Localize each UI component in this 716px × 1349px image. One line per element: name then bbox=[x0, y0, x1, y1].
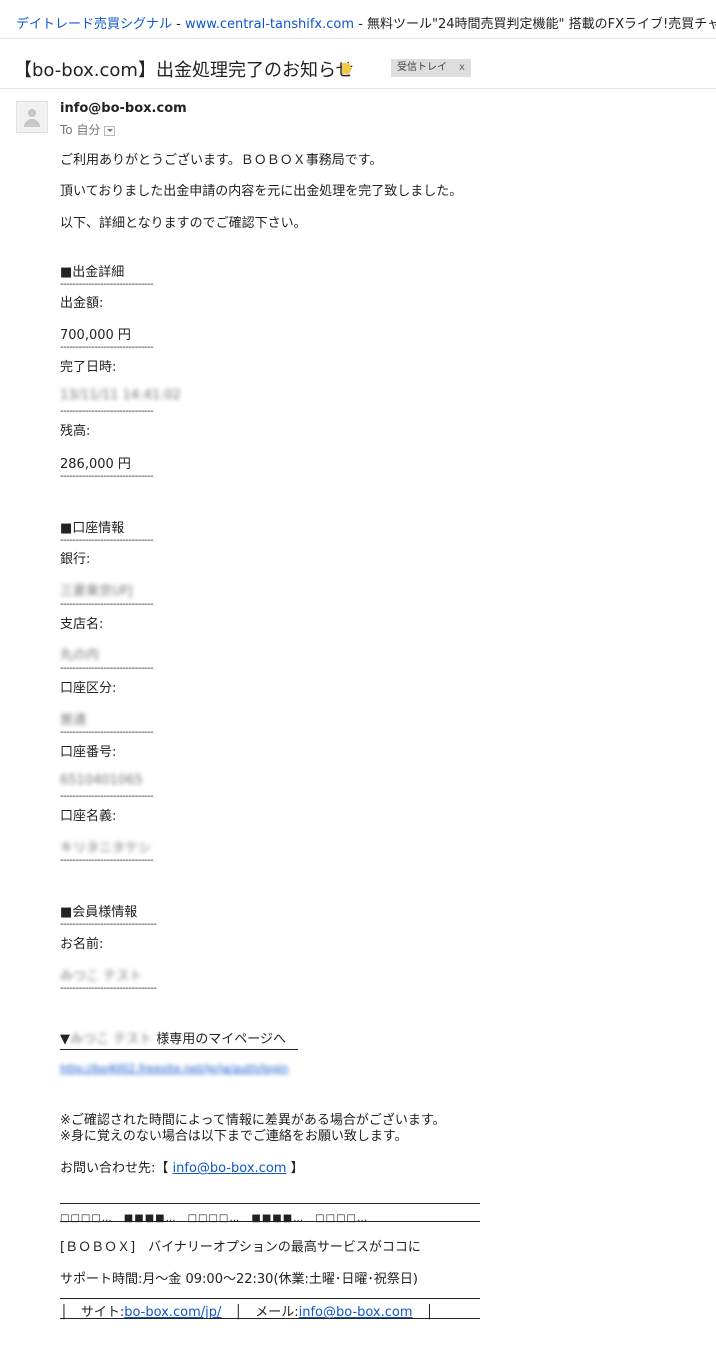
details-dropdown-icon[interactable] bbox=[104, 125, 116, 136]
header-divider bbox=[0, 88, 716, 89]
divider: ------------------------------ bbox=[60, 727, 154, 738]
account-type-label: 口座区分: bbox=[60, 681, 117, 696]
greeting-line: ご利用ありがとうございます。ＢＯＢＯＸ事務局です。 bbox=[60, 153, 383, 168]
withdraw-heading: ■出金詳細 bbox=[60, 265, 125, 280]
member-name-value: みつこ テスト bbox=[60, 969, 143, 984]
ad-bar: デイトレード売買シグナル - www.central-tanshifx.com … bbox=[0, 0, 716, 39]
footer-hours: サポート時間:月〜金 09:00〜22:30(休業:土曜･日曜･祝祭日) bbox=[60, 1272, 418, 1287]
divider: ------------------------------ bbox=[60, 791, 154, 802]
footer-rule-lower bbox=[60, 1298, 480, 1299]
account-name-label: 口座名義: bbox=[60, 809, 117, 824]
note-line-2: ※身に覚えのない場合は以下までご連絡をお願い致します。 bbox=[60, 1129, 408, 1144]
divider: ------------------------------ bbox=[60, 855, 154, 866]
divider: ------------------------------ bbox=[60, 279, 154, 290]
account-type-value: 普通 bbox=[60, 713, 87, 728]
contact-suffix: 】 bbox=[286, 1161, 304, 1176]
mypage-suffix: 様専用のマイページへ bbox=[152, 1032, 287, 1047]
balance-label: 残高: bbox=[60, 424, 91, 439]
divider: ------------------------------- bbox=[60, 919, 157, 930]
complete-date-value: 13/11/11 14:41:02 bbox=[60, 388, 181, 403]
complete-date-label: 完了日時: bbox=[60, 360, 117, 375]
body-line-2: 頂いておりました出金申請の内容を元に出金処理を完了致しました。 bbox=[60, 184, 463, 199]
ad-description: - 無料ツール"24時間売買判定機能" 搭載のFXライブ!売買チャンネル bbox=[358, 17, 716, 32]
account-heading: ■口座情報 bbox=[60, 521, 125, 536]
member-name-label: お名前: bbox=[60, 937, 104, 952]
sender-avatar[interactable] bbox=[16, 101, 48, 133]
email-subject: 【bo-box.com】出金処理完了のお知らせ bbox=[14, 60, 354, 81]
contact-line: お問い合わせ先:【 info@bo-box.com 】 bbox=[60, 1157, 304, 1176]
divider: ------------------------------ bbox=[60, 535, 154, 546]
mypage-username: みつこ テスト bbox=[70, 1032, 153, 1047]
divider: ------------------------------- bbox=[60, 983, 157, 994]
recipient-text: To 自分 bbox=[60, 123, 101, 137]
body-line-3: 以下、詳細となりますのでご確認下さい。 bbox=[60, 216, 307, 231]
sender-email[interactable]: info@bo-box.com bbox=[60, 101, 187, 116]
divider: ------------------------------ bbox=[60, 342, 154, 353]
ad-separator: - bbox=[172, 17, 185, 32]
footer-rule-top bbox=[60, 1203, 480, 1204]
divider: ------------------------------ bbox=[60, 471, 154, 482]
inbox-label[interactable]: 受信トレイ x bbox=[391, 59, 471, 77]
ad-title-link[interactable]: デイトレード売買シグナル bbox=[16, 17, 172, 32]
avatar-head-shape bbox=[28, 109, 36, 117]
footer-rule-middle bbox=[60, 1221, 480, 1222]
divider: ------------------------------ bbox=[60, 663, 154, 674]
remove-label-icon[interactable]: x bbox=[459, 62, 465, 73]
bank-label: 銀行: bbox=[60, 552, 91, 567]
branch-value: 丸の内 bbox=[60, 648, 100, 663]
withdraw-amount-label: 出金額: bbox=[60, 296, 104, 311]
branch-label: 支店名: bbox=[60, 617, 104, 632]
mypage-heading: ▼みつこ テスト 様専用のマイページへ bbox=[60, 1028, 298, 1050]
footer-tagline: [ＢＯＢＯＸ] バイナリーオプションの最高サービスがココに bbox=[60, 1240, 421, 1255]
divider: ------------------------------ bbox=[60, 599, 154, 610]
subject-row: 【bo-box.com】出金処理完了のお知らせ 受信トレイ x bbox=[14, 56, 704, 82]
account-name-value: キリタニタケシ bbox=[60, 841, 152, 856]
triangle-icon: ▼ bbox=[60, 1032, 70, 1047]
ad-url-link[interactable]: www.central-tanshifx.com bbox=[185, 17, 354, 32]
bank-value: 三菱東京UFJ bbox=[60, 584, 133, 599]
account-number-value: 6510401065 bbox=[60, 773, 143, 788]
footer-rule-bottom bbox=[60, 1318, 480, 1319]
withdraw-amount-value: 700,000 円 bbox=[60, 328, 131, 343]
inbox-label-text: 受信トレイ bbox=[397, 62, 447, 73]
contact-prefix: お問い合わせ先:【 bbox=[60, 1161, 173, 1176]
balance-value: 286,000 円 bbox=[60, 457, 131, 472]
recipient-line: To 自分 bbox=[60, 121, 116, 138]
ad-text[interactable]: デイトレード売買シグナル - www.central-tanshifx.com … bbox=[16, 13, 716, 32]
divider: ------------------------------ bbox=[60, 406, 154, 417]
avatar-body-shape bbox=[24, 119, 40, 127]
contact-email-link[interactable]: info@bo-box.com bbox=[173, 1161, 287, 1176]
mypage-link[interactable]: http://bo4002.freesite.net/jp/ja/auth/lo… bbox=[60, 1062, 288, 1075]
account-number-label: 口座番号: bbox=[60, 745, 117, 760]
member-heading: ■会員様情報 bbox=[60, 905, 138, 920]
